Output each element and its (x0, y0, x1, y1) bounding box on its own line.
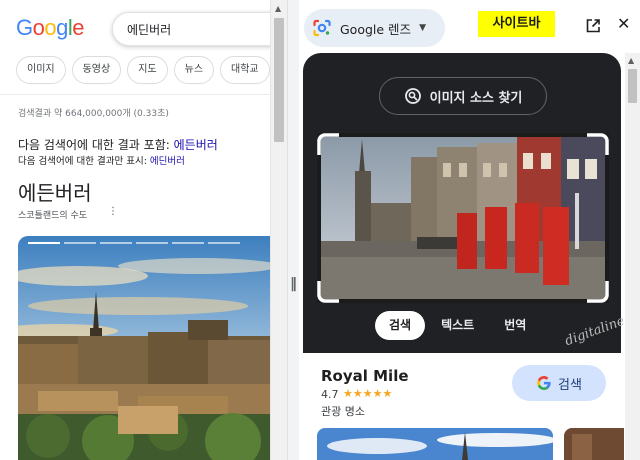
result-title[interactable]: Royal Mile (321, 367, 409, 385)
carousel-dot[interactable] (64, 242, 96, 244)
rating-stars-icon: ★★★★★ (343, 387, 393, 400)
left-scrollbar-thumb[interactable] (274, 18, 284, 142)
search-input[interactable]: 에딘버러 (112, 12, 287, 46)
search-query[interactable]: 에딘버러 (127, 21, 171, 38)
search-results-pane: Google 에딘버러 이미지 동영상 지도 뉴스 대학교 검색결과 약 664… (0, 0, 287, 460)
logo-letter: G (16, 15, 33, 40)
scroll-up-arrow-icon[interactable]: ▲ (628, 56, 634, 65)
find-image-source-label: 이미지 소스 찾기 (429, 90, 523, 106)
lens-selected-image[interactable] (317, 133, 609, 303)
result-stats: 검색결과 약 664,000,000개 (0.33초) (18, 109, 169, 119)
carousel-dot[interactable] (28, 242, 60, 244)
spell-correction: 다음 검색어에 대한 결과 포함: 에든버러 (18, 136, 218, 153)
lens-mode-tabs: 검색 텍스트 번역 (375, 311, 540, 340)
lens-image-panel: 이미지 소스 찾기 검색 텍스트 번역 digitaline (303, 53, 627, 353)
right-scrollbar-thumb[interactable] (628, 69, 637, 103)
chip-images[interactable]: 이미지 (16, 56, 66, 84)
close-icon[interactable]: ✕ (617, 16, 630, 32)
right-scrollbar[interactable]: ▲ (625, 53, 640, 460)
tab-search[interactable]: 검색 (375, 311, 426, 340)
knowledge-panel-title: 에든버러 (18, 181, 92, 205)
chip-news[interactable]: 뉴스 (173, 56, 215, 84)
result-thumbnail[interactable] (564, 428, 624, 460)
tab-translate[interactable]: 번역 (490, 311, 540, 340)
resize-grip-icon[interactable]: ‖ (290, 276, 297, 292)
spell-original: 다음 검색어에 대한 결과만 표시: 에딘버러 (18, 153, 185, 167)
google-lens-icon (313, 19, 331, 37)
panel-resize-handle[interactable]: ‖ (287, 0, 299, 460)
google-g-icon (537, 376, 551, 390)
scroll-up-arrow-icon[interactable]: ▲ (275, 4, 281, 13)
spell-original-link[interactable]: 에딘버러 (150, 156, 185, 167)
chip-university[interactable]: 대학교 (220, 56, 270, 84)
edinburgh-city-image[interactable] (18, 236, 273, 460)
dropdown-caret-icon: ▼ (419, 23, 426, 33)
sitebar-annotation-label: 사이트바 (478, 11, 555, 37)
tab-text[interactable]: 텍스트 (427, 311, 488, 340)
lens-button-label: Google 렌즈 (340, 21, 412, 37)
spell-corrected-link[interactable]: 에든버러 (174, 138, 218, 152)
logo-letter: e (72, 15, 85, 40)
open-in-new-tab-icon[interactable] (585, 18, 601, 34)
carousel-dot[interactable] (208, 242, 240, 244)
lens-side-panel: Google 렌즈 ▼ 사이트바 ✕ 이미지 소스 찾기 검색 텍스트 번역 d… (299, 0, 640, 460)
image-search-icon (404, 88, 421, 104)
knowledge-panel-subtitle: 스코틀랜드의 수도 (18, 211, 88, 221)
google-search-button[interactable]: 검색 (512, 365, 606, 401)
spell-prefix: 다음 검색어에 대한 결과 포함: (18, 138, 174, 152)
spell2-prefix: 다음 검색어에 대한 결과만 표시: (18, 156, 150, 167)
lens-dropdown-button[interactable]: Google 렌즈 ▼ (304, 9, 445, 47)
google-search-label: 검색 (558, 377, 582, 393)
watermark: digitaline (563, 313, 627, 350)
result-category: 관광 명소 (321, 405, 365, 418)
find-image-source-button[interactable]: 이미지 소스 찾기 (379, 77, 547, 115)
header-divider (0, 94, 287, 95)
carousel-dot[interactable] (100, 242, 132, 244)
search-filter-chips: 이미지 동영상 지도 뉴스 대학교 (16, 56, 270, 84)
logo-letter: o (44, 15, 57, 40)
image-carousel-indicator (28, 242, 240, 244)
lens-result-card[interactable]: Royal Mile 4.7 ★★★★★ 관광 명소 검색 (303, 353, 624, 460)
carousel-dot[interactable] (172, 242, 204, 244)
more-options-icon[interactable]: ⋮ (108, 206, 118, 217)
chip-maps[interactable]: 지도 (127, 56, 168, 84)
logo-letter: o (32, 15, 45, 40)
logo-letter: g (56, 15, 68, 40)
chip-videos[interactable]: 동영상 (71, 56, 122, 84)
left-scrollbar[interactable]: ▲ (270, 0, 287, 460)
carousel-dot[interactable] (136, 242, 168, 244)
google-logo[interactable]: Google (16, 15, 85, 41)
result-rating: 4.7 (321, 388, 339, 401)
result-thumbnail[interactable] (317, 428, 553, 460)
